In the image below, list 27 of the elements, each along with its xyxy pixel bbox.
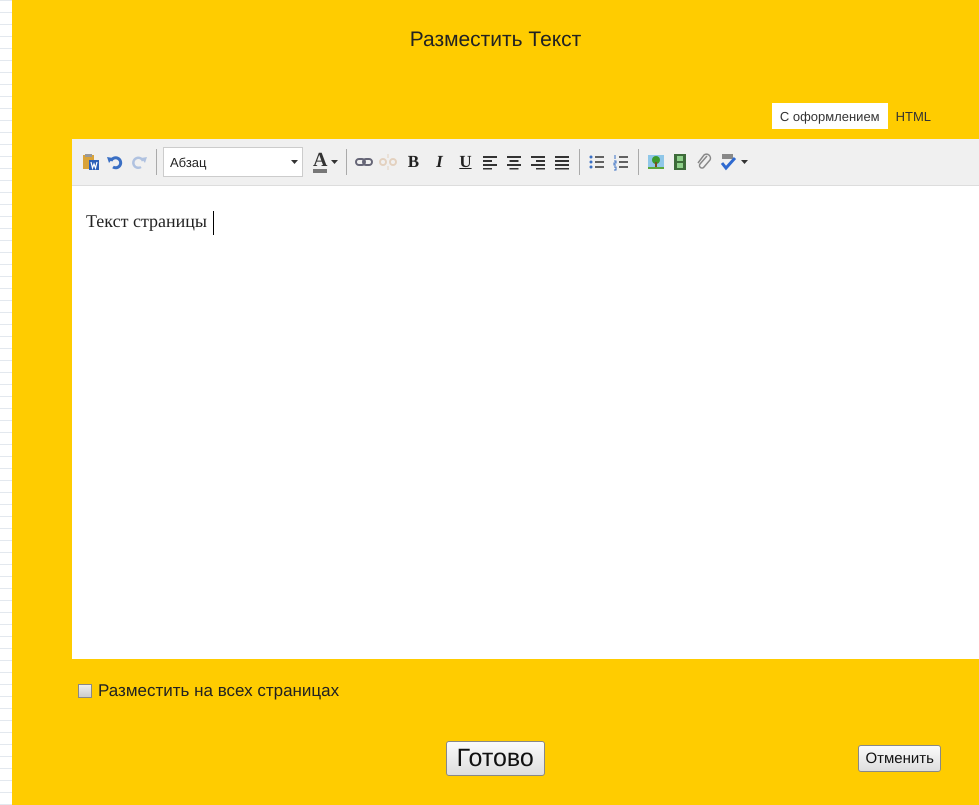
italic-button[interactable]: I — [427, 149, 452, 175]
editor-tab[interactable]: С оформлением — [772, 103, 888, 129]
unlink-icon — [379, 153, 398, 171]
bullet-list-icon — [588, 153, 606, 171]
underline-button[interactable]: U — [453, 149, 478, 175]
align-justify-icon — [553, 153, 572, 171]
dialog-title: Разместить Текст — [408, 28, 582, 53]
editor-area[interactable]: Текст страницы — [72, 186, 979, 659]
paperclip-icon — [695, 153, 714, 171]
align-center-icon — [505, 153, 524, 171]
checkbox-label: Разместить на всех страницах — [98, 681, 340, 701]
text-cursor — [213, 211, 214, 235]
done-button[interactable]: Готово — [446, 741, 545, 776]
editor-text: Текст страницы — [86, 211, 208, 232]
format-select[interactable]: Абзац — [163, 147, 303, 177]
align-left-icon — [481, 153, 500, 171]
checkbox[interactable] — [78, 684, 92, 698]
caret-icon — [291, 160, 298, 164]
editor-tab[interactable]: HTML — [888, 103, 939, 129]
bold-button[interactable]: B — [401, 149, 426, 175]
font-color-button[interactable]: A — [311, 149, 340, 175]
image-icon — [647, 153, 666, 171]
spellcheck-icon — [719, 153, 738, 171]
numbered-list-icon — [612, 153, 630, 171]
word-paste-icon — [82, 153, 100, 171]
cancel-button[interactable]: Отменить — [858, 745, 941, 772]
align-right-icon — [529, 153, 548, 171]
